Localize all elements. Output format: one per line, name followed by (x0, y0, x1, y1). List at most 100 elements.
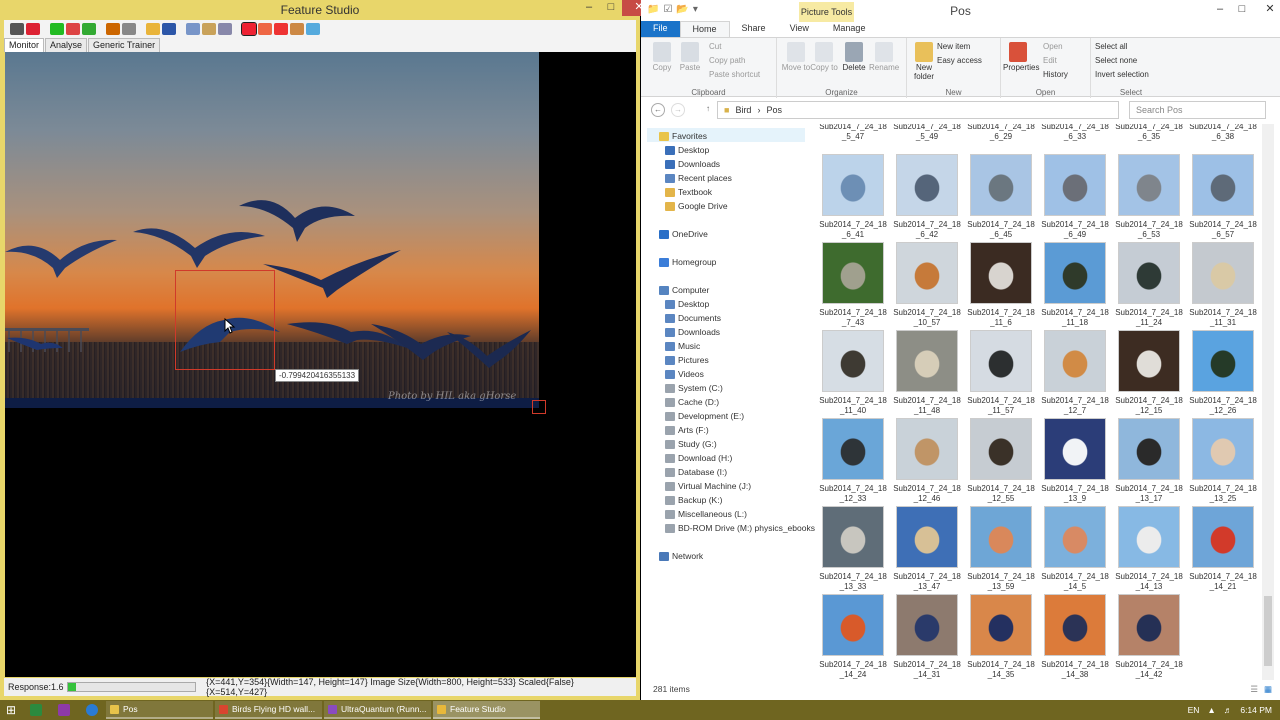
tab-monitor[interactable]: Monitor (4, 38, 45, 52)
file-item[interactable]: Sub2014_7_24_18 _12_26 (1187, 330, 1259, 416)
nav-fav-desktop[interactable]: Desktop (665, 145, 709, 155)
file-item[interactable]: Sub2014_7_24_18 _6_35 (1113, 124, 1185, 142)
taskbar-item[interactable]: Birds Flying HD wall... (215, 701, 322, 719)
start-button[interactable]: ⊞ (0, 703, 22, 717)
file-item[interactable]: Sub2014_7_24_18 _6_53 (1113, 154, 1185, 240)
file-item[interactable]: Sub2014_7_24_18 _12_33 (817, 418, 889, 504)
file-item[interactable]: Sub2014_7_24_18 _6_38 (1187, 124, 1259, 142)
tab-home[interactable]: Home (679, 21, 730, 37)
file-item[interactable]: Sub2014_7_24_18 _12_55 (965, 418, 1037, 504)
nav-computer-backup-k-[interactable]: Backup (K:) (665, 495, 722, 505)
breadcrumb-bird[interactable]: Bird (735, 105, 751, 115)
file-item[interactable]: Sub2014_7_24_18 _5_49 (891, 124, 963, 142)
cut-button[interactable]: Cut (709, 42, 721, 51)
image-icon[interactable] (218, 23, 232, 35)
nav-fav-recent-places[interactable]: Recent places (665, 173, 732, 183)
open-folder-icon[interactable] (146, 23, 160, 35)
file-item[interactable]: Sub2014_7_24_18 _6_45 (965, 154, 1037, 240)
nav-computer-cache-d-[interactable]: Cache (D:) (665, 397, 719, 407)
breadcrumb-pos[interactable]: Pos (766, 105, 782, 115)
history-button[interactable]: History (1043, 70, 1068, 79)
file-item[interactable]: Sub2014_7_24_18 _13_9 (1039, 418, 1111, 504)
settings-icon[interactable] (50, 23, 64, 35)
file-item[interactable]: Sub2014_7_24_18 _14_42 (1113, 594, 1185, 680)
copy-icon[interactable] (186, 23, 200, 35)
maximize-button[interactable]: □ (1231, 2, 1253, 18)
image-canvas[interactable]: Photo by HIL aka gHorse -0.7994204163551… (5, 52, 636, 677)
file-item[interactable]: Sub2014_7_24_18 _11_57 (965, 330, 1037, 416)
file-item[interactable]: Sub2014_7_24_18 _14_13 (1113, 506, 1185, 592)
tab-share[interactable]: Share (730, 21, 778, 37)
tab-analyse[interactable]: Analyse (45, 38, 88, 52)
taskbar-item[interactable]: UltraQuantum (Runn... (324, 701, 431, 719)
nav-fav-downloads[interactable]: Downloads (665, 159, 720, 169)
nav-computer-study-g-[interactable]: Study (G:) (665, 439, 717, 449)
nav-onedrive[interactable]: OneDrive (659, 229, 708, 239)
nav-computer-miscellaneous-l-[interactable]: Miscellaneous (L:) (665, 509, 747, 519)
file-item[interactable]: Sub2014_7_24_18 _6_42 (891, 154, 963, 240)
file-item[interactable]: Sub2014_7_24_18 _6_41 (817, 154, 889, 240)
clock[interactable]: 6:14 PM (1240, 705, 1272, 715)
taskbar-item[interactable]: Feature Studio (433, 701, 540, 719)
selection-marker[interactable] (532, 400, 546, 414)
nav-computer[interactable]: Computer (659, 285, 709, 295)
taskbar-item[interactable]: Pos (106, 701, 213, 719)
copy-to-button[interactable]: Copy to (809, 42, 839, 72)
file-item[interactable]: Sub2014_7_24_18 _6_57 (1187, 154, 1259, 240)
vertical-scrollbar[interactable] (1262, 124, 1274, 680)
file-item[interactable]: Sub2014_7_24_18 _11_18 (1039, 242, 1111, 328)
nav-computer-virtual-machine-j-[interactable]: Virtual Machine (J:) (665, 481, 751, 491)
minimize-button[interactable]: – (1209, 2, 1231, 18)
title-bar[interactable]: Feature Studio – □ ✕ (0, 0, 656, 20)
edit-button[interactable]: Edit (1043, 56, 1057, 65)
file-item[interactable]: Sub2014_7_24_18 _5_47 (817, 124, 889, 142)
nav-favorites[interactable]: Favorites (659, 131, 707, 141)
file-item[interactable]: Sub2014_7_24_18 _11_40 (817, 330, 889, 416)
file-item[interactable]: Sub2014_7_24_18 _11_31 (1187, 242, 1259, 328)
file-item[interactable]: Sub2014_7_24_18 _12_15 (1113, 330, 1185, 416)
file-item[interactable]: Sub2014_7_24_18 _6_33 (1039, 124, 1111, 142)
lock-icon[interactable] (106, 23, 120, 35)
file-item[interactable]: Sub2014_7_24_18 _13_47 (891, 506, 963, 592)
nav-computer-development-e-[interactable]: Development (E:) (665, 411, 744, 421)
up-button[interactable]: ↑ (701, 103, 715, 117)
paste-shortcut-button[interactable]: Paste shortcut (709, 70, 760, 79)
new-folder-button[interactable]: New folder (909, 42, 939, 81)
maximize-button[interactable]: □ (600, 0, 622, 16)
tab-manage[interactable]: Manage (821, 21, 878, 37)
invert-selection-button[interactable]: Invert selection (1095, 70, 1149, 79)
stop-icon[interactable] (26, 23, 40, 35)
pinned-app[interactable] (22, 701, 50, 719)
open-button[interactable]: Open (1043, 42, 1063, 51)
language-indicator[interactable]: EN (1188, 705, 1200, 715)
nav-computer-bd-rom-drive-m-physics-ebooks[interactable]: BD-ROM Drive (M:) physics_ebooks (665, 523, 815, 533)
back-button[interactable]: ← (651, 103, 665, 117)
file-item[interactable]: Sub2014_7_24_18 _11_48 (891, 330, 963, 416)
nav-computer-documents[interactable]: Documents (665, 313, 721, 323)
file-item[interactable]: Sub2014_7_24_18 _14_31 (891, 594, 963, 680)
thumbnails-view-icon[interactable]: ▦ (1264, 684, 1272, 695)
move-to-button[interactable]: Move to (781, 42, 811, 72)
file-item[interactable]: Sub2014_7_24_18 _14_24 (817, 594, 889, 680)
tab-generic-trainer[interactable]: Generic Trainer (88, 38, 161, 52)
nav-computer-database-i-[interactable]: Database (I:) (665, 467, 727, 477)
file-item[interactable]: Sub2014_7_24_18 _14_38 (1039, 594, 1111, 680)
nav-fav-google-drive[interactable]: Google Drive (665, 201, 728, 211)
file-item[interactable]: Sub2014_7_24_18 _10_57 (891, 242, 963, 328)
nav-computer-downloads[interactable]: Downloads (665, 327, 720, 337)
nav-computer-videos[interactable]: Videos (665, 369, 704, 379)
camera-icon[interactable] (10, 23, 24, 35)
file-item[interactable]: Sub2014_7_24_18 _11_24 (1113, 242, 1185, 328)
tab-file[interactable]: File (641, 21, 680, 37)
title-bar[interactable]: 📁 ☑ 📂 ▾ Picture Tools Pos – □ ✕ (641, 0, 1280, 22)
file-item[interactable]: Sub2014_7_24_18 _13_59 (965, 506, 1037, 592)
tab-view[interactable]: View (778, 21, 821, 37)
filter-icon[interactable] (66, 23, 80, 35)
nav-network[interactable]: Network (659, 551, 703, 561)
select-all-button[interactable]: Select all (1095, 42, 1127, 51)
address-bar[interactable]: ■ Bird › Pos (717, 101, 1119, 119)
properties-button[interactable]: Properties (1003, 42, 1039, 72)
copy-button[interactable]: Copy (647, 42, 677, 72)
rename-button[interactable]: Rename (869, 42, 899, 72)
delete-button[interactable]: Delete (839, 42, 869, 72)
